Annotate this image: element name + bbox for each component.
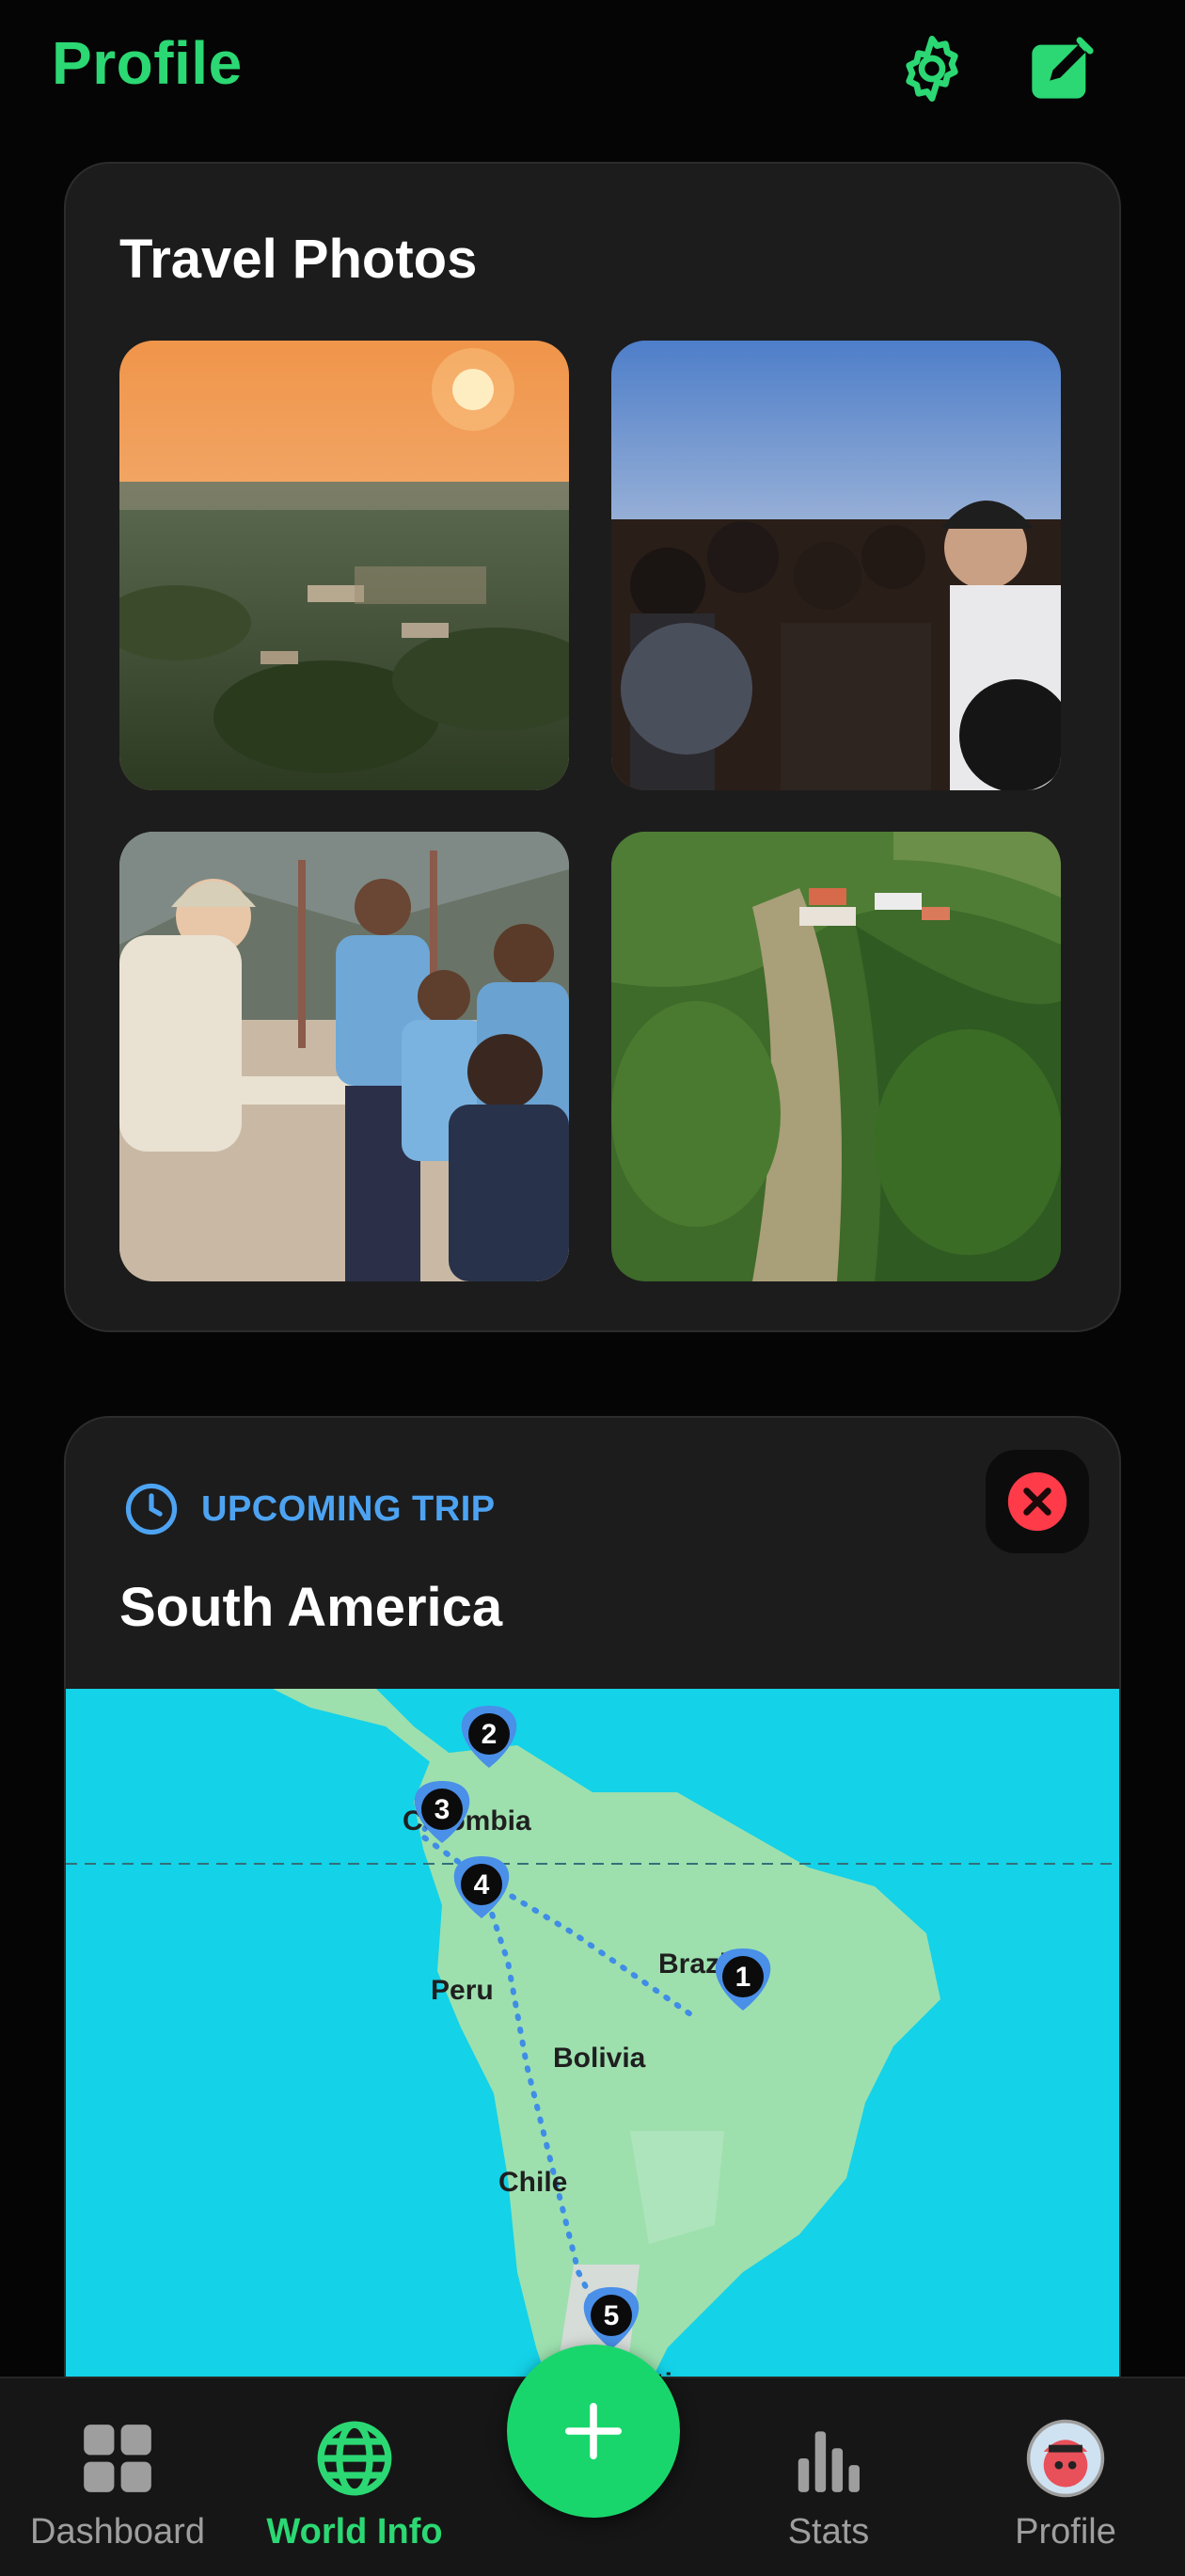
svg-text:3: 3 [434,1794,450,1825]
settings-button[interactable] [890,26,974,111]
travel-photos-card: Travel Photos [64,162,1121,1332]
trip-destination: South America [119,1577,503,1638]
map-label-peru: Peru [431,1975,494,2006]
clock-icon [125,1483,178,1535]
edit-button[interactable] [1019,26,1104,111]
nav-item-dashboard[interactable]: Dashboard [0,2418,235,2552]
svg-text:2: 2 [482,1719,498,1750]
svg-text:4: 4 [474,1869,490,1900]
nav-label-dashboard: Dashboard [30,2512,205,2552]
nav-label-profile: Profile [1015,2512,1116,2552]
svg-text:5: 5 [604,2300,620,2331]
upcoming-trip-label: UPCOMING TRIP [201,1488,496,1529]
map-label-bolivia: Bolivia [553,2043,646,2074]
photo-group-sunset [611,341,1061,790]
photo-sunset-village [119,341,569,790]
nav-item-stats[interactable]: Stats [711,2418,946,2552]
trip-map[interactable]: Colombia Brazil Peru Bolivia Chile Argen… [66,1689,1119,2453]
page-title: Profile [52,29,243,97]
map-label-chile: Chile [498,2167,567,2198]
bar-chart-icon [798,2431,860,2492]
nav-label-stats: Stats [787,2512,870,2552]
globe-icon [317,2421,392,2496]
travel-photo-3[interactable] [119,832,569,1281]
gear-icon [906,36,958,102]
upcoming-trip-card[interactable]: UPCOMING TRIP South America Colombia Bra… [64,1416,1121,2455]
south-america-map: Colombia Brazil Peru Bolivia Chile Argen… [66,1689,1119,2453]
upcoming-trip-header: UPCOMING TRIP [122,1480,496,1538]
dismiss-trip-button[interactable] [986,1450,1089,1553]
photo-aerial-hillside [611,832,1061,1281]
travel-photo-1[interactable] [119,341,569,790]
travel-photo-2[interactable] [611,341,1061,790]
travel-photos-title: Travel Photos [119,229,478,290]
add-button[interactable] [507,2345,680,2518]
nav-item-profile[interactable]: Profile [948,2418,1183,2552]
close-icon [1007,1471,1067,1532]
photo-schoolchildren [119,832,569,1281]
plus-icon [564,2402,623,2460]
svg-text:1: 1 [735,1962,751,1993]
travel-photo-4[interactable] [611,832,1061,1281]
edit-square-icon [1032,37,1094,99]
nav-item-world-info[interactable]: World Info [237,2418,472,2552]
grid-icon [84,2425,151,2492]
avatar-icon [1026,2419,1105,2498]
nav-label-world-info: World Info [266,2512,443,2552]
